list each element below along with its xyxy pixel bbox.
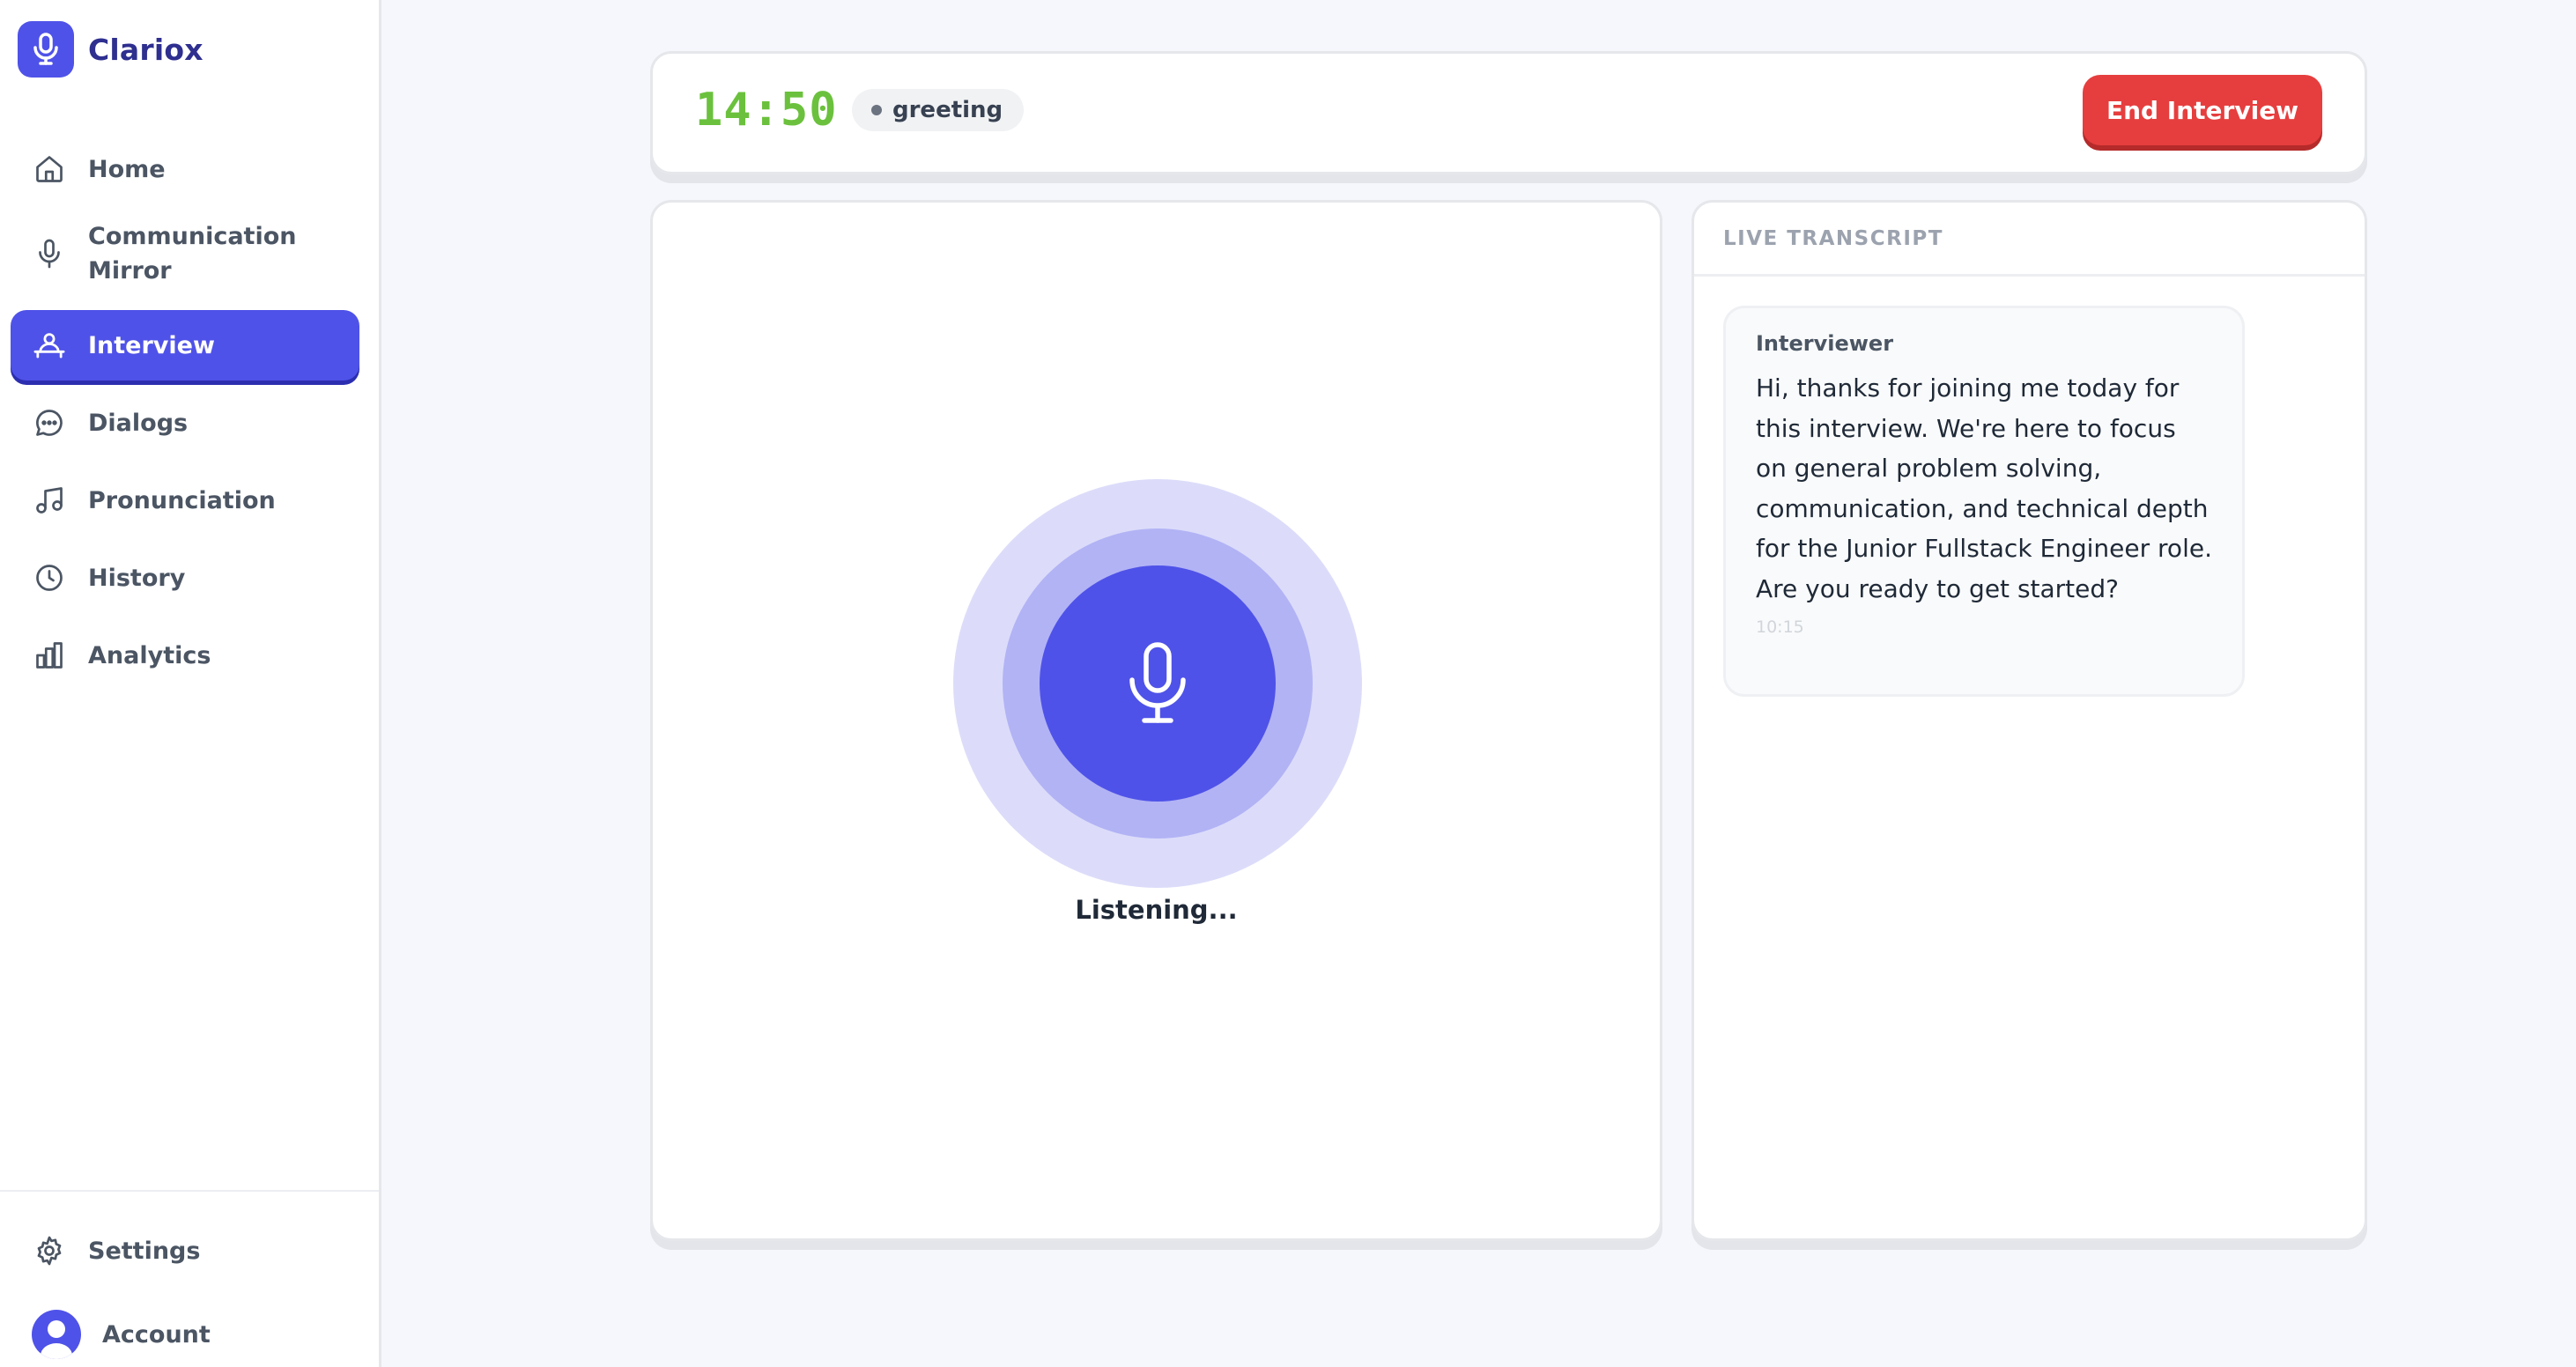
sidebar-item-account[interactable]: Account — [11, 1304, 359, 1365]
sidebar-item-label: Interview — [88, 331, 215, 359]
sidebar-item-label: Dialogs — [88, 409, 189, 437]
sidebar-item-settings[interactable]: Settings — [11, 1220, 359, 1282]
message-timestamp: 10:15 — [1756, 617, 1804, 637]
sidebar-item-communication-mirror[interactable]: Communication Mirror — [11, 215, 359, 292]
sidebar-item-label: Pronunciation — [88, 486, 276, 514]
chat-bubble-icon — [11, 407, 88, 439]
sidebar-item-interview[interactable]: Interview — [11, 310, 359, 381]
app-root: Clariox Home Communication Mirror Interv… — [0, 0, 2576, 1367]
sidebar-item-dialogs[interactable]: Dialogs — [11, 392, 359, 454]
sidebar-item-pronunciation[interactable]: Pronunciation — [11, 469, 359, 531]
microphone-panel: Listening... — [650, 200, 1662, 1241]
status-dot-icon — [871, 105, 882, 115]
user-avatar-icon — [32, 1310, 81, 1359]
transcript-panel: LIVE TRANSCRIPT Interviewer Hi, thanks f… — [1691, 200, 2367, 1241]
message-text: Hi, thanks for joining me today for this… — [1756, 373, 2212, 603]
bar-chart-icon — [11, 639, 88, 671]
end-interview-button[interactable]: End Interview — [2083, 75, 2322, 145]
sidebar-item-label: Home — [88, 155, 166, 183]
sidebar-divider — [0, 1190, 379, 1192]
sidebar-item-label: Analytics — [88, 641, 211, 669]
home-icon — [11, 153, 88, 185]
stage-badge: greeting — [852, 89, 1025, 131]
microphone-icon — [11, 238, 88, 270]
sidebar: Clariox Home Communication Mirror Interv… — [0, 0, 381, 1367]
gear-icon — [11, 1235, 88, 1267]
avatar — [11, 1310, 102, 1359]
sidebar-item-label: Communication Mirror — [88, 223, 297, 284]
brand[interactable]: Clariox — [18, 21, 204, 78]
message-speaker: Interviewer — [1756, 331, 1894, 356]
interview-icon — [11, 329, 88, 361]
interview-header: 14:50 greeting End Interview — [650, 51, 2367, 174]
listening-status: Listening... — [1075, 895, 1238, 925]
sidebar-item-label: Account — [102, 1320, 211, 1349]
transcript-header: LIVE TRANSCRIPT — [1694, 203, 2365, 277]
microphone-button[interactable] — [1040, 565, 1276, 802]
sidebar-item-analytics[interactable]: Analytics — [11, 624, 359, 686]
sidebar-item-history[interactable]: History — [11, 547, 359, 609]
brand-logo-icon — [18, 21, 74, 78]
interview-timer: 14:50 — [695, 84, 838, 137]
microphone-icon — [1125, 641, 1190, 726]
sidebar-item-home[interactable]: Home — [11, 138, 359, 200]
transcript-title: LIVE TRANSCRIPT — [1723, 227, 1943, 250]
stage-label: greeting — [892, 97, 1003, 123]
sidebar-item-label: Settings — [88, 1237, 201, 1265]
music-note-icon — [11, 484, 88, 516]
brand-name: Clariox — [88, 32, 204, 67]
sidebar-item-label: History — [88, 564, 186, 592]
clock-icon — [11, 562, 88, 594]
transcript-message: Interviewer Hi, thanks for joining me to… — [1723, 306, 2245, 697]
